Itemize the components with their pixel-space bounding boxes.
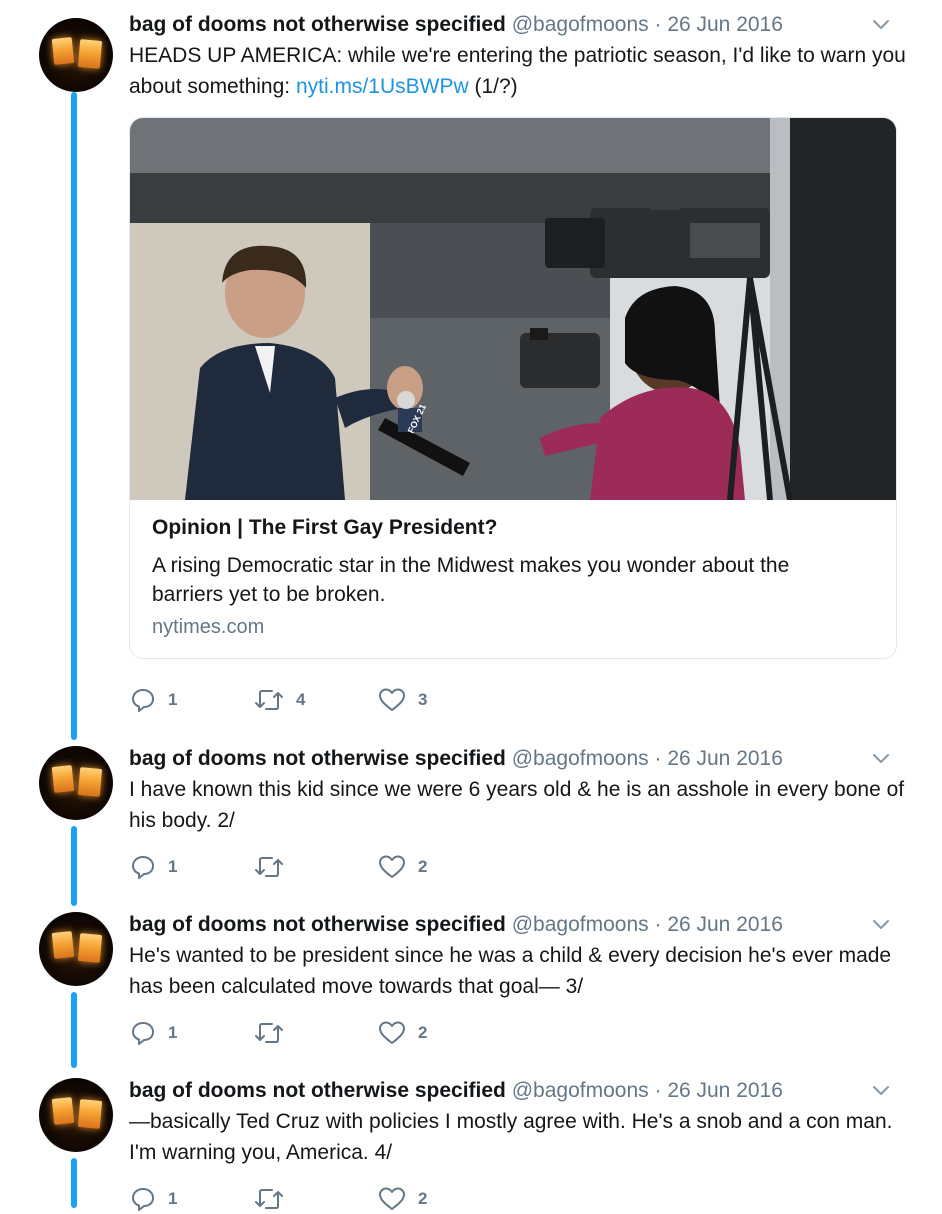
- tweet[interactable]: bag of dooms not otherwise specified @ba…: [0, 910, 942, 1070]
- tweet-text: I have known this kid since we were 6 ye…: [129, 778, 905, 832]
- reply-icon: [132, 1022, 154, 1045]
- card-title[interactable]: Opinion | The First Gay President?: [152, 516, 497, 540]
- retweet-button[interactable]: [254, 852, 296, 882]
- like-count: 2: [418, 1023, 428, 1042]
- chevron-down-icon[interactable]: [872, 918, 890, 932]
- user-handle[interactable]: @bagofmoons: [512, 13, 649, 36]
- chevron-down-icon[interactable]: [872, 18, 890, 32]
- separator: ·: [654, 747, 662, 770]
- user-handle[interactable]: @bagofmoons: [512, 1079, 649, 1102]
- display-name[interactable]: bag of dooms not otherwise specified: [129, 13, 506, 36]
- tweet-header: bag of dooms not otherwise specified @ba…: [129, 910, 783, 940]
- card-image: FOX 21: [130, 118, 896, 500]
- chevron-down-icon[interactable]: [872, 1084, 890, 1098]
- retweet-icon: [255, 1023, 283, 1043]
- chevron-down-icon[interactable]: [872, 752, 890, 766]
- avatar[interactable]: [39, 746, 113, 820]
- heart-icon: [379, 1021, 405, 1044]
- tweet-date[interactable]: 26 Jun 2016: [667, 13, 783, 36]
- reply-button[interactable]: 1: [130, 685, 177, 715]
- display-name[interactable]: bag of dooms not otherwise specified: [129, 747, 506, 770]
- reply-icon: [132, 1188, 154, 1211]
- card-domain[interactable]: nytimes.com: [152, 616, 264, 639]
- tweet-actions: 1 4 3: [130, 685, 530, 715]
- card-description: A rising Democratic star in the Midwest …: [152, 554, 790, 606]
- avatar[interactable]: [39, 912, 113, 986]
- reply-button[interactable]: 1: [130, 1018, 177, 1048]
- reply-button[interactable]: 1: [130, 852, 177, 882]
- avatar[interactable]: [39, 1078, 113, 1152]
- separator: ·: [654, 13, 662, 36]
- like-button[interactable]: 2: [378, 1018, 427, 1048]
- like-button[interactable]: 2: [378, 1184, 427, 1214]
- tweet[interactable]: bag of dooms not otherwise specified @ba…: [0, 744, 942, 904]
- user-handle[interactable]: @bagofmoons: [512, 747, 649, 770]
- tweet-header: bag of dooms not otherwise specified @ba…: [129, 10, 783, 40]
- retweet-button[interactable]: [254, 1018, 296, 1048]
- tweet-text: He's wanted to be president since he was…: [129, 944, 892, 998]
- reply-count: 1: [168, 690, 178, 709]
- like-count: 2: [418, 857, 428, 876]
- reply-icon: [132, 689, 154, 712]
- user-handle[interactable]: @bagofmoons: [512, 913, 649, 936]
- retweet-icon: [255, 857, 283, 877]
- tweet-date[interactable]: 26 Jun 2016: [667, 913, 783, 936]
- tweet-text: —basically Ted Cruz with policies I most…: [129, 1110, 893, 1164]
- reply-count: 1: [168, 1189, 178, 1208]
- retweet-button[interactable]: 4: [254, 685, 305, 715]
- like-count: 3: [418, 690, 428, 709]
- retweet-icon: [255, 690, 283, 710]
- tweet-header: bag of dooms not otherwise specified @ba…: [129, 1076, 783, 1106]
- heart-icon: [379, 855, 405, 878]
- reply-button[interactable]: 1: [130, 1184, 177, 1214]
- heart-icon: [379, 688, 405, 711]
- heart-icon: [379, 1187, 405, 1210]
- tweet-actions: 1 2: [130, 1018, 530, 1048]
- retweet-count: 4: [296, 690, 306, 709]
- retweet-icon: [255, 1189, 283, 1209]
- separator: ·: [654, 1079, 662, 1102]
- tweet-date[interactable]: 26 Jun 2016: [667, 1079, 783, 1102]
- reply-count: 1: [168, 857, 178, 876]
- tweet-actions: 1 2: [130, 1184, 530, 1214]
- tweet-text: HEADS UP AMERICA: while we're entering t…: [129, 44, 906, 98]
- like-count: 2: [418, 1189, 428, 1208]
- tweet[interactable]: bag of dooms not otherwise specified @ba…: [0, 1076, 942, 1211]
- tweet-date[interactable]: 26 Jun 2016: [667, 747, 783, 770]
- tweet[interactable]: bag of dooms not otherwise specified @ba…: [0, 10, 942, 730]
- reply-count: 1: [168, 1023, 178, 1042]
- like-button[interactable]: 2: [378, 852, 427, 882]
- tweet-actions: 1 2: [130, 852, 530, 882]
- tweet-link[interactable]: nyti.ms/1UsBWPw: [296, 75, 469, 98]
- like-button[interactable]: 3: [378, 685, 427, 715]
- tweet-header: bag of dooms not otherwise specified @ba…: [129, 744, 783, 774]
- display-name[interactable]: bag of dooms not otherwise specified: [129, 913, 506, 936]
- separator: ·: [654, 913, 662, 936]
- reply-icon: [132, 856, 154, 879]
- avatar[interactable]: [39, 18, 113, 92]
- retweet-button[interactable]: [254, 1184, 296, 1214]
- display-name[interactable]: bag of dooms not otherwise specified: [129, 1079, 506, 1102]
- link-card[interactable]: FOX 21 Opinion | The First Gay President…: [129, 117, 897, 659]
